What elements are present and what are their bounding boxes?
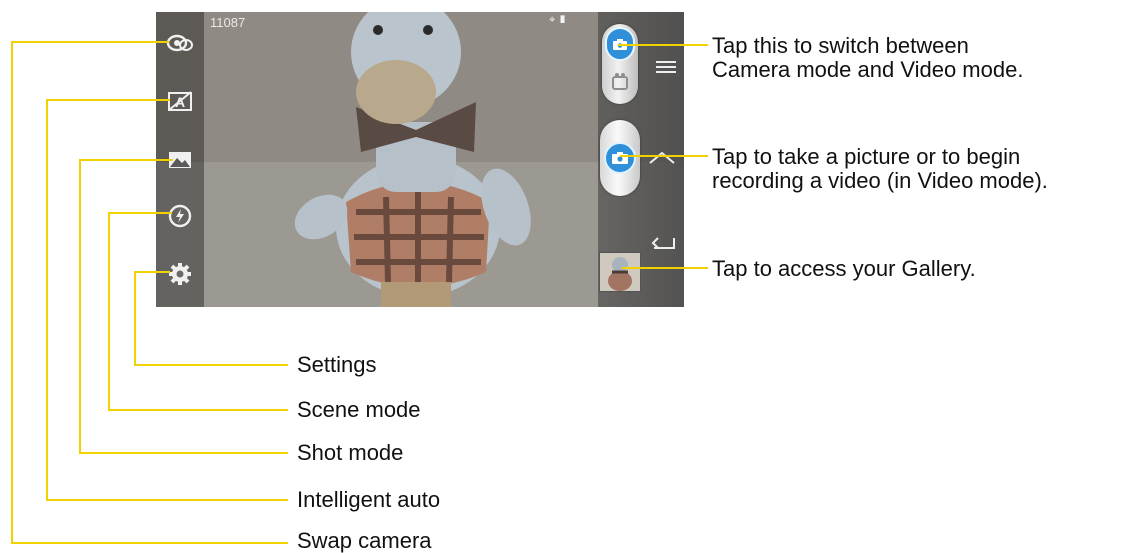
- shot-mode-callout: Shot mode: [297, 440, 404, 465]
- swap-camera-callout: Swap camera: [297, 528, 432, 553]
- intelligent-auto-callout: Intelligent auto: [297, 487, 441, 512]
- gallery-callout: Tap to access your Gallery.: [712, 256, 976, 281]
- shutter-callout-line1: Tap to take a picture or to begin: [712, 144, 1021, 169]
- mode-switch-callout-line1: Tap this to switch between: [712, 33, 969, 58]
- shutter-callout-line2: recording a video (in Video mode).: [712, 168, 1048, 193]
- mode-switch-callout-line2: Camera mode and Video mode.: [712, 57, 1024, 82]
- settings-callout: Settings: [297, 352, 377, 377]
- scene-mode-callout: Scene mode: [297, 397, 421, 422]
